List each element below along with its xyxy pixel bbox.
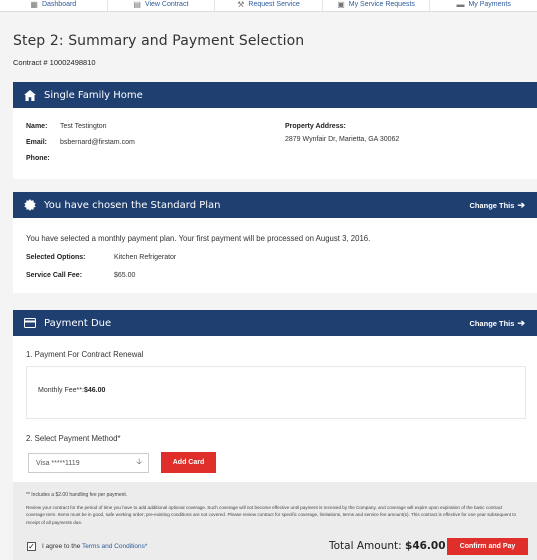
- document-icon: ▤: [133, 0, 141, 9]
- total-value: $46.00: [405, 540, 446, 552]
- confirm-pay-button[interactable]: Confirm and Pay: [447, 538, 528, 555]
- nav-label: My Payments: [468, 1, 511, 8]
- nav-my-service-requests[interactable]: ▣ My Service Requests: [323, 0, 431, 11]
- total-label: Total Amount:: [329, 540, 402, 552]
- options-label: Selected Options:: [26, 254, 86, 261]
- nav-dashboard[interactable]: ▦ Dashboard: [0, 0, 108, 11]
- service-fee-value: $65.00: [114, 272, 136, 279]
- email-label: Email:: [26, 139, 48, 146]
- section-contract-renewal: 1. Payment For Contract Renewal: [26, 350, 144, 359]
- agree-checkbox[interactable]: ✓: [27, 542, 36, 551]
- contract-number: Contract # 10002498810: [13, 58, 96, 67]
- badge-icon: [23, 199, 36, 212]
- section-payment-method: 2. Select Payment Method*: [26, 434, 121, 443]
- top-nav: ▦ Dashboard ▤ View Contract ⚒ Request Se…: [0, 0, 537, 12]
- add-card-button[interactable]: Add Card: [161, 452, 216, 473]
- home-panel: Single Family Home Name: Test Testington…: [13, 82, 537, 179]
- terms-area: ** Includes a $2.00 handling fee per pay…: [13, 482, 537, 560]
- payment-method-select[interactable]: Visa *****1119 🡣: [28, 453, 149, 473]
- nav-label: Request Service: [248, 1, 300, 8]
- phone-label: Phone:: [26, 155, 50, 162]
- agree-prefix: I agree to the: [42, 543, 81, 550]
- address-value: 2879 Wynfair Dr, Marietta, GA 30062: [285, 136, 400, 143]
- change-plan-link[interactable]: Change This ➔: [469, 200, 525, 211]
- plan-panel-title: You have chosen the Standard Plan: [44, 199, 221, 211]
- arrow-down-icon: 🡣: [136, 457, 142, 466]
- monthly-fee-box: Monthly Fee**: $46.00: [26, 366, 526, 419]
- name-label: Name:: [26, 123, 48, 130]
- page-title: Step 2: Summary and Payment Selection: [13, 33, 305, 49]
- wrench-icon: ⚒: [237, 0, 245, 9]
- nav-request-service[interactable]: ⚒ Request Service: [215, 0, 323, 11]
- nav-label: My Service Requests: [348, 1, 415, 8]
- home-icon: [23, 89, 36, 102]
- home-panel-header: Single Family Home: [13, 82, 537, 108]
- options-value: Kitchen Refrigerator: [114, 254, 177, 261]
- service-fee-label: Service Call Fee:: [26, 272, 83, 279]
- monthly-fee-value: $46.00: [84, 387, 106, 394]
- checkmark-icon: ✓: [28, 541, 35, 551]
- terms-text: Review your contract for the period of t…: [26, 505, 517, 525]
- credit-card-icon: [23, 317, 36, 330]
- nav-label: Dashboard: [41, 1, 77, 8]
- payment-method-value: Visa *****1119: [36, 459, 80, 467]
- handling-fee-note: ** Includes a $2.00 handling fee per pay…: [26, 492, 128, 498]
- plan-panel: You have chosen the Standard Plan Change…: [13, 192, 537, 293]
- payment-panel-title: Payment Due: [44, 317, 112, 329]
- total-amount: Total Amount: $46.00: [329, 540, 446, 552]
- change-payment-label: Change This: [469, 318, 515, 328]
- plan-message: You have selected a monthly payment plan…: [26, 234, 371, 243]
- address-label: Property Address:: [285, 123, 346, 130]
- arrow-right-icon: ➔: [517, 199, 525, 210]
- nav-view-contract[interactable]: ▤ View Contract: [108, 0, 216, 11]
- agree-text: I agree to the Terms and Conditions*: [42, 543, 147, 550]
- change-payment-link[interactable]: Change This ➔: [469, 318, 525, 329]
- card-icon: ▬: [456, 0, 465, 9]
- payment-panel-header: Payment Due Change This ➔: [13, 310, 537, 336]
- monthly-fee-label: Monthly Fee**:: [38, 387, 84, 394]
- change-plan-label: Change This: [469, 200, 515, 210]
- plan-panel-header: You have chosen the Standard Plan Change…: [13, 192, 537, 218]
- name-value: Test Testington: [60, 123, 107, 130]
- nav-my-payments[interactable]: ▬ My Payments: [430, 0, 537, 11]
- home-panel-title: Single Family Home: [44, 89, 143, 101]
- dashboard-icon: ▦: [30, 0, 38, 9]
- arrow-right-icon: ➔: [517, 317, 525, 328]
- payment-panel: Payment Due Change This ➔ 1. Payment For…: [13, 310, 537, 560]
- email-value: bsbernard@firstam.com: [60, 139, 135, 146]
- nav-label: View Contract: [144, 1, 189, 8]
- clipboard-icon: ▣: [337, 0, 345, 9]
- terms-link[interactable]: Terms and Conditions*: [82, 543, 147, 550]
